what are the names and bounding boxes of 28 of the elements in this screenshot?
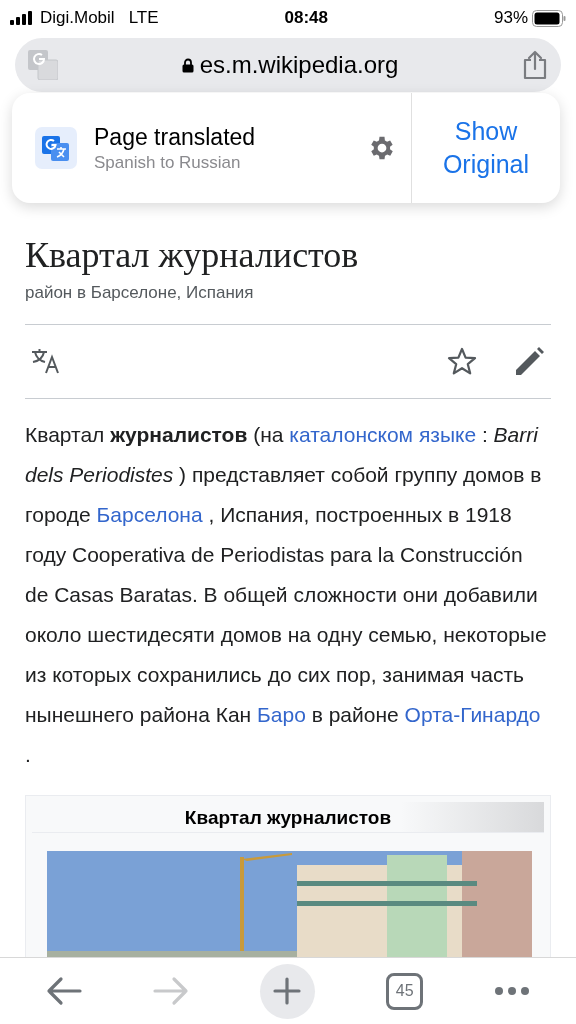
tab-count-button[interactable]: 45 [386,972,424,1010]
banner-subtitle: Spanish to Russian [94,152,242,174]
article-link[interactable]: каталонском языке [289,422,477,446]
banner-title: Page translated [94,123,257,152]
url-text[interactable]: es.m.wikipedia.org [199,47,399,83]
article-title: Квартал журналистов [25,234,360,277]
signal-icon [10,11,34,25]
infobox-title: Квартал журналистов [32,801,544,833]
battery-percent: 93% [493,7,528,30]
edit-icon[interactable] [515,346,545,376]
translate-app-icon [35,127,77,169]
clock-time: 08:48 [284,7,328,30]
article-link[interactable]: Баро [257,702,306,726]
lock-icon [181,57,194,73]
back-icon[interactable] [45,976,82,1006]
network-type: LTE [128,7,159,30]
address-bar[interactable]: es.m.wikipedia.org [15,38,561,92]
share-icon[interactable] [522,50,548,80]
plus-icon [273,977,302,1005]
article-link[interactable]: Орта-Гинардо [404,702,541,726]
star-icon[interactable] [447,346,477,376]
article-link[interactable]: Барселона [96,502,203,526]
more-icon[interactable] [494,986,531,996]
show-original-button[interactable]: Show Original [412,93,560,203]
battery-icon [532,9,566,27]
article-paragraph: Квартал журналистов (на каталонском языке : Barri dels Periodistes ) представляет собой группу домов в городе Барселона , Испания, построенных в 1918 году Cooperativa de Periodistas para la Construcción de Casas Baratas. В общей сложности они добавили около шестидесяти домов на одну семью, некоторые из которых сохранились до сих пор, занимая часть нынешнего района Кан Баро в районе Орта-Гинардо . [25,421,548,768]
carrier-name: Digi.Mobil [40,7,115,30]
article-subtitle: район в Барселоне, Испания [25,282,255,304]
